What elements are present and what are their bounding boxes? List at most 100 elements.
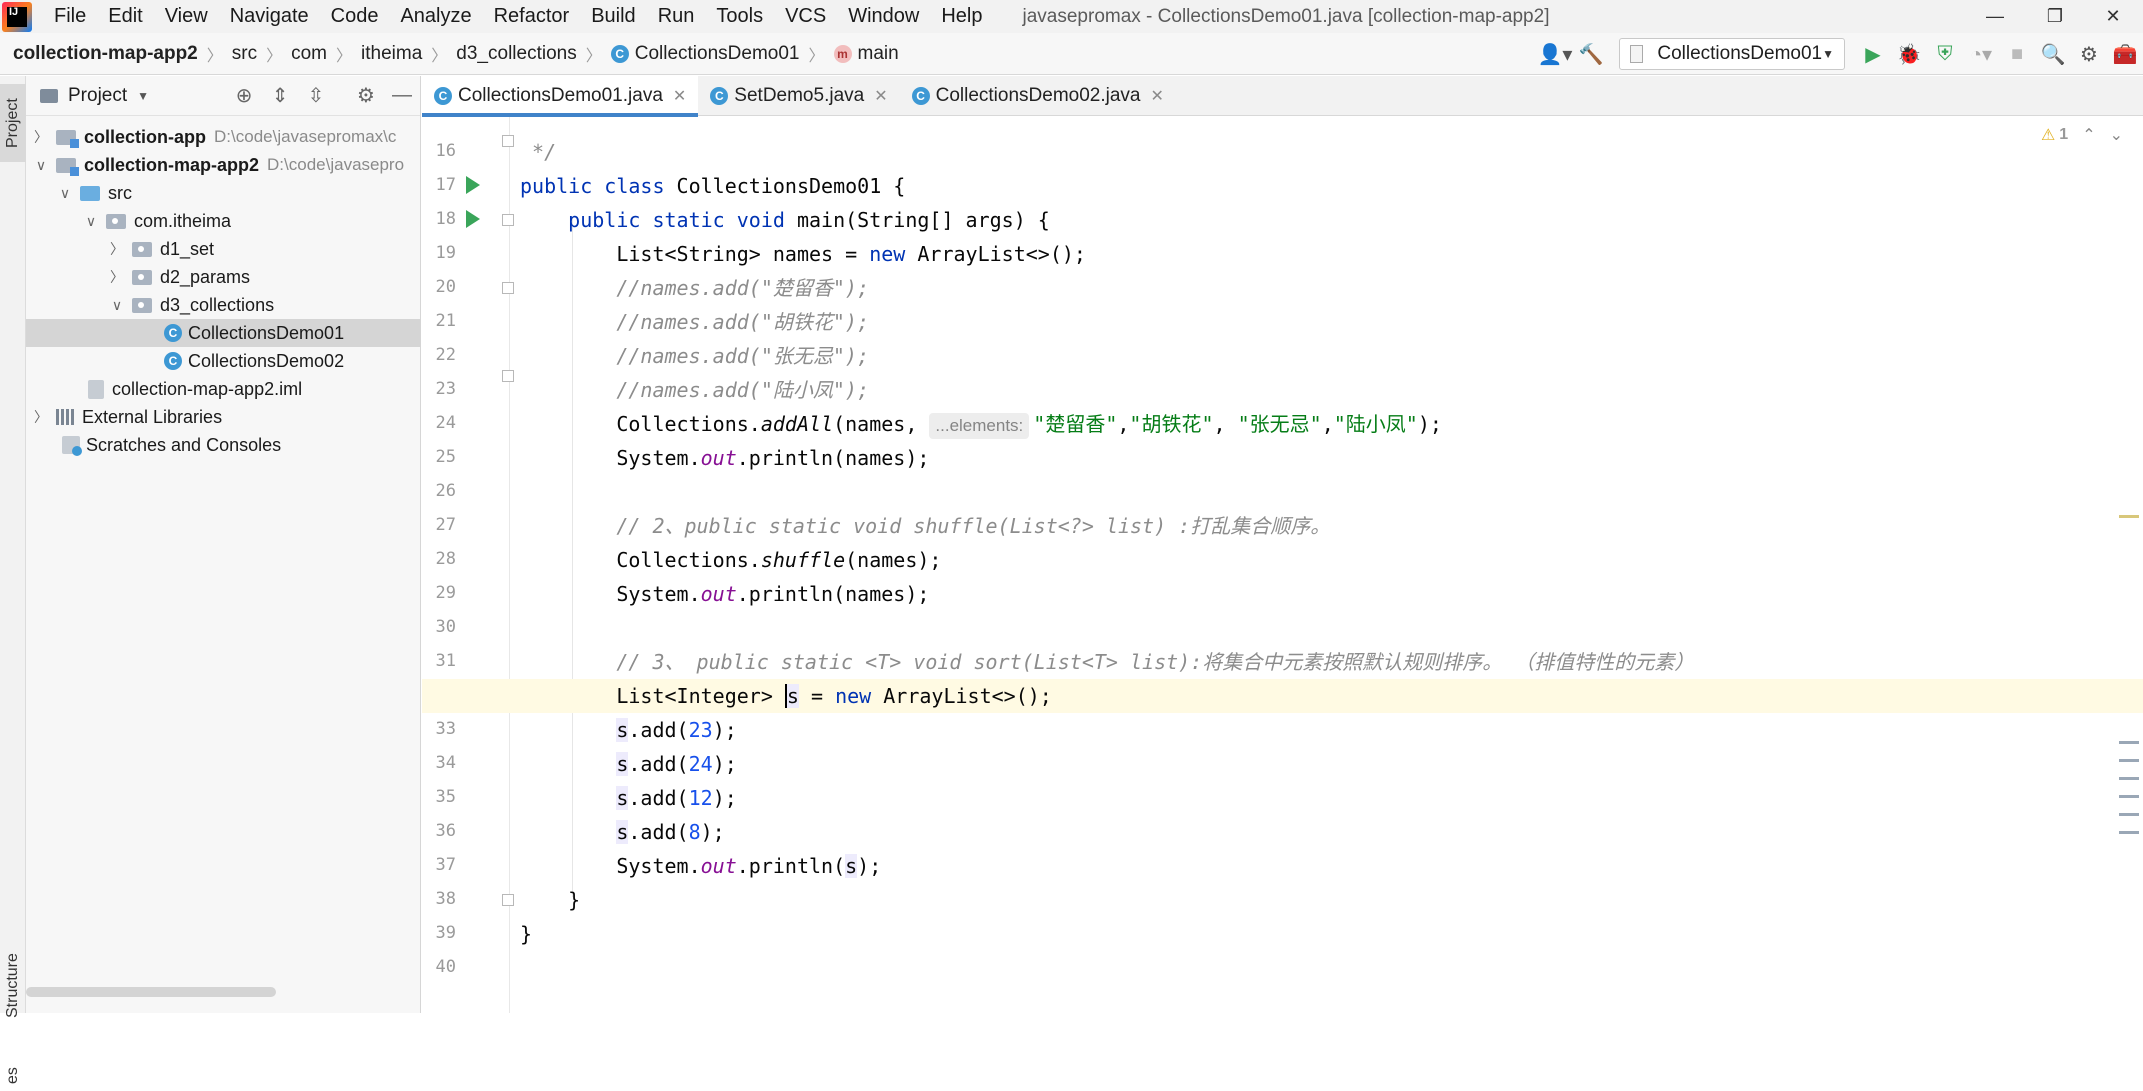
chevron-right-icon[interactable]: 〉 [108, 267, 126, 287]
close-tab-icon[interactable]: ✕ [673, 86, 686, 106]
menu-build[interactable]: Build [581, 5, 647, 28]
debug-icon[interactable]: 🐞 [1891, 36, 1927, 72]
class-icon: C [610, 44, 629, 63]
profile-icon[interactable]: ◔▾ [1963, 36, 1999, 72]
breadcrumb-com[interactable]: com [291, 43, 327, 65]
chevron-down-icon[interactable]: ∨ [108, 297, 126, 314]
error-stripe-mark[interactable] [2119, 777, 2139, 780]
tree-item-external-libraries[interactable]: 〉 External Libraries [26, 403, 421, 431]
chevron-down-icon[interactable]: ∨ [56, 185, 74, 202]
fold-marker-icon[interactable] [502, 282, 514, 294]
breadcrumb-method[interactable]: m main [833, 43, 899, 65]
menu-window[interactable]: Window [838, 5, 931, 28]
tree-item-collection-app[interactable]: 〉 collection-app D:\code\javasepromax\c [26, 123, 421, 151]
menu-file[interactable]: File [44, 5, 98, 28]
menu-help[interactable]: Help [931, 5, 994, 28]
tree-item-iml-file[interactable]: collection-map-app2.iml [26, 375, 421, 403]
method-icon: m [833, 44, 852, 63]
inspection-widget[interactable]: ⚠ 1 ⌃ ⌄ [2027, 125, 2123, 145]
menu-analyze[interactable]: Analyze [390, 5, 483, 28]
run-configuration-select[interactable]: CollectionsDemo01 ▼ [1619, 38, 1845, 70]
menu-run[interactable]: Run [648, 5, 707, 28]
close-tab-icon[interactable]: ✕ [874, 86, 887, 106]
menu-edit[interactable]: Edit [98, 5, 154, 28]
tree-item-collectionsdemo01[interactable]: C CollectionsDemo01 [26, 319, 421, 347]
chevron-down-icon[interactable]: ∨ [32, 157, 50, 174]
error-stripe-mark[interactable] [2119, 831, 2139, 834]
error-stripe-mark[interactable] [2119, 759, 2139, 762]
breadcrumb-src[interactable]: src [232, 43, 257, 65]
tree-item-d1-set[interactable]: 〉 d1_set [26, 235, 421, 263]
error-stripe-mark[interactable] [2119, 795, 2139, 798]
user-account-icon[interactable]: 👤▾ [1537, 36, 1573, 72]
fold-marker-icon[interactable] [502, 214, 514, 226]
run-icon[interactable]: ▶ [1855, 36, 1891, 72]
project-tool-tab[interactable]: Project [0, 84, 26, 162]
chevron-right-icon[interactable]: 〉 [32, 127, 50, 147]
error-stripe-mark[interactable] [2119, 741, 2139, 744]
project-panel-title[interactable]: Project [68, 85, 127, 107]
chevron-up-icon[interactable]: ⌃ [2082, 125, 2095, 145]
breadcrumb-project[interactable]: collection-map-app2 [13, 43, 198, 65]
breadcrumb-d3-collections[interactable]: d3_collections [456, 43, 576, 65]
code-line: System.out.println(s); [520, 854, 882, 878]
stop-icon[interactable]: ■ [1999, 36, 2035, 72]
build-hammer-icon[interactable]: 🔨 [1573, 36, 1609, 72]
chevron-right-icon[interactable]: 〉 [32, 407, 50, 427]
settings-gear-icon[interactable]: ⚙ [2071, 36, 2107, 72]
tree-item-path: D:\code\javasepromax\c [214, 127, 397, 146]
menu-navigate[interactable]: Navigate [220, 5, 321, 28]
horizontal-scrollbar[interactable] [26, 987, 276, 997]
breadcrumb-itheima[interactable]: itheima [361, 43, 422, 65]
fold-marker-icon[interactable] [502, 135, 514, 147]
menu-refactor[interactable]: Refactor [484, 5, 582, 28]
breadcrumb-class[interactable]: C CollectionsDemo01 [610, 43, 799, 65]
coverage-icon[interactable]: ⛨ [1927, 36, 1963, 72]
code-line: Collections.addAll(names, ...elements: "楚… [520, 407, 1442, 441]
tree-item-src[interactable]: ∨ src [26, 179, 421, 207]
minimize-icon[interactable]: — [1965, 0, 2025, 33]
menu-vcs[interactable]: VCS [775, 5, 838, 28]
chevron-down-icon[interactable]: ⌄ [2110, 125, 2123, 145]
toolbox-icon[interactable]: 🧰 [2107, 36, 2143, 72]
fold-marker-icon[interactable] [502, 894, 514, 906]
tree-item-collectionsdemo02[interactable]: C CollectionsDemo02 [26, 347, 421, 375]
tree-item-scratches[interactable]: Scratches and Consoles [26, 431, 421, 459]
line-number: 20 [435, 277, 456, 297]
structure-tool-tab[interactable]: Structure [0, 936, 26, 1036]
restore-icon[interactable]: ❐ [2025, 0, 2085, 33]
expand-all-icon[interactable]: ⇕ [262, 83, 298, 108]
fold-marker-icon[interactable] [502, 370, 514, 382]
chevron-down-icon[interactable]: ∨ [82, 213, 100, 230]
tree-item-collection-map-app2[interactable]: ∨ collection-map-app2 D:\code\javasepro [26, 151, 421, 179]
menu-code[interactable]: Code [321, 5, 391, 28]
locate-target-icon[interactable]: ⊕ [226, 83, 262, 108]
package-icon [132, 241, 152, 257]
hide-panel-icon[interactable]: — [384, 84, 420, 107]
error-stripe-mark[interactable] [2119, 813, 2139, 816]
search-icon[interactable]: 🔍 [2035, 36, 2071, 72]
chevron-right-icon[interactable]: 〉 [108, 239, 126, 259]
tab-collectionsdemo01[interactable]: C CollectionsDemo01.java ✕ [422, 76, 699, 117]
tree-item-d3-collections[interactable]: ∨ d3_collections [26, 291, 421, 319]
error-stripe-mark[interactable] [2119, 515, 2139, 518]
favorites-tool-tab[interactable]: es [0, 1061, 26, 1091]
code-area[interactable]: */ public class CollectionsDemo01 { publ… [422, 117, 2143, 1013]
line-number: 28 [435, 549, 456, 569]
tab-setdemo5[interactable]: C SetDemo5.java ✕ [698, 76, 899, 116]
settings-gear-icon[interactable]: ⚙ [348, 83, 384, 108]
run-main-icon[interactable] [466, 210, 480, 228]
tab-collectionsdemo02[interactable]: C CollectionsDemo02.java ✕ [900, 76, 1176, 116]
menu-tools[interactable]: Tools [706, 5, 775, 28]
tree-item-d2-params[interactable]: 〉 d2_params [26, 263, 421, 291]
close-tab-icon[interactable]: ✕ [1151, 86, 1164, 106]
menu-view[interactable]: View [155, 5, 220, 28]
code-editor[interactable]: 16 17 18 19 20 21 22 23 24 25 26 27 28 2… [422, 117, 2143, 1013]
run-class-icon[interactable] [466, 176, 480, 194]
line-number: 22 [435, 345, 456, 365]
chevron-down-icon[interactable]: ▼ [137, 89, 149, 103]
collapse-all-icon[interactable]: ⇳ [298, 83, 334, 108]
line-number: 37 [435, 855, 456, 875]
close-window-icon[interactable]: ✕ [2083, 0, 2143, 33]
tree-item-com-itheima[interactable]: ∨ com.itheima [26, 207, 421, 235]
